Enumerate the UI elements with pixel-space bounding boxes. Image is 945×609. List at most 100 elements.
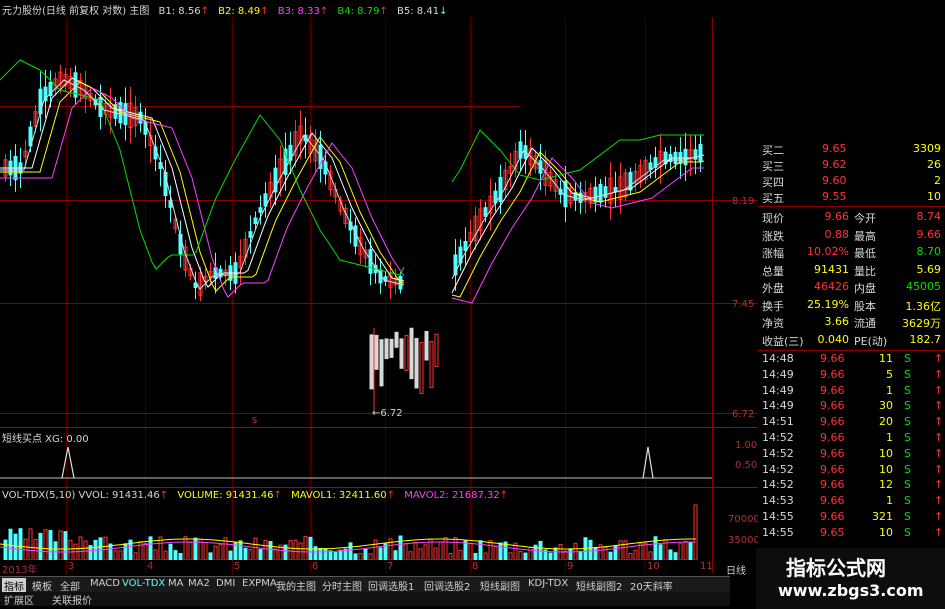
volume-bar: [83, 540, 88, 560]
stat-value: 3.66: [824, 315, 850, 328]
indicator-tab[interactable]: 我的主图: [274, 578, 318, 593]
volume-bar: [3, 539, 8, 560]
bid-volume: 26: [927, 158, 941, 171]
volume-bar: [488, 540, 493, 560]
tick-time: 14:52: [762, 462, 794, 476]
volume-bar: [433, 547, 438, 560]
bid-row[interactable]: 买二 9.65 3309: [758, 142, 945, 158]
volume-bar: [508, 552, 513, 560]
tick-volume: 321: [872, 510, 893, 523]
vol-y-label: 70000: [728, 514, 760, 525]
indicator-tab[interactable]: 模板: [30, 578, 54, 593]
indicator-tab[interactable]: 短线副图2: [574, 578, 624, 593]
bid-row[interactable]: 买五 9.55 10: [758, 190, 945, 206]
volume-bar: [43, 529, 48, 560]
indicator-tab[interactable]: 全部: [58, 578, 82, 593]
indicator-tab[interactable]: 分时主图: [320, 578, 364, 593]
candle-body: [598, 183, 603, 203]
volume-bar: [248, 549, 253, 560]
indicator-tab[interactable]: KDJ-TDX: [526, 578, 570, 589]
volume-bar: [273, 548, 278, 560]
tick-price: 9.66: [820, 415, 845, 429]
tick-volume: 10: [879, 525, 893, 539]
extension-tab[interactable]: 关联报价: [50, 592, 94, 607]
candle-body: [369, 334, 374, 390]
volume-chart[interactable]: [0, 500, 712, 560]
right-axis-line: [712, 18, 713, 573]
candle-body: [384, 338, 389, 360]
indicator-tab[interactable]: 指标: [2, 578, 26, 593]
quote-panel: 买二 9.65 3309 买三 9.62 26 买四 9.60 2 买五 9.55 1…: [758, 140, 945, 545]
indicator-tab[interactable]: MA2: [186, 578, 212, 589]
candle-body: [258, 207, 263, 213]
volume-bar: [498, 542, 503, 560]
watermark-name: 指标公式网: [786, 556, 886, 580]
volume-bar: [443, 537, 448, 560]
indicator-tab[interactable]: MACD: [88, 578, 122, 589]
volume-bar: [263, 539, 268, 560]
candle-body: [698, 143, 703, 163]
quote-stat-row: 涨幅 10.02% 最低 8.70: [758, 245, 945, 261]
month-label: 3: [68, 561, 75, 572]
volume-bar: [473, 552, 478, 560]
volume-bar: [68, 539, 73, 560]
volume-bar: [188, 541, 193, 560]
tick-up-arrow: ↑: [934, 462, 944, 476]
stat-value: 3629万: [902, 317, 941, 330]
tick-flag: S: [904, 446, 911, 460]
indicator-tab[interactable]: DMI: [214, 578, 237, 589]
stat-value: 0.040: [817, 332, 850, 346]
volume-bar: [288, 540, 293, 560]
indicator-tab-bar: 指标 模板 全部 MACD VOL-TDX MA MA2 DMI EXPMA 我的主图 分时主图 回调…: [0, 576, 730, 593]
tick-flag: S: [904, 494, 911, 508]
stat-value: 5.69: [916, 262, 942, 276]
quote-stat-row: 收益(三) 0.040 PE(动) 182.7: [758, 333, 945, 349]
tick-row: 14:49 9.66 1 S ↑: [758, 384, 945, 399]
extension-tab[interactable]: 扩展区: [2, 592, 36, 607]
volume-bar: [268, 541, 273, 560]
indicator-tab[interactable]: VOL-TDX: [120, 578, 167, 589]
low-price-marker: ←6.72: [372, 408, 403, 419]
volume-bar: [8, 528, 13, 560]
indicator-tab[interactable]: EXPMA: [240, 578, 279, 589]
volume-bar: [178, 553, 183, 560]
stat-label: 流通: [854, 317, 876, 330]
volume-bar: [203, 542, 208, 560]
indicator-tab[interactable]: MA: [166, 578, 185, 589]
tick-volume: 20: [879, 415, 893, 429]
tick-flag: S: [904, 383, 911, 397]
volume-bar: [363, 548, 368, 560]
indicator-tab[interactable]: 短线副图: [478, 578, 522, 593]
xg-spike: [642, 446, 654, 479]
xg-signal-chart: [0, 446, 712, 479]
indicator-tab[interactable]: 回调选股1: [366, 578, 416, 593]
tick-time: 14:52: [762, 478, 794, 492]
tick-time: 14:53: [762, 494, 794, 508]
tick-flag: S: [904, 431, 911, 444]
volume-bar: [348, 542, 353, 560]
tick-price: 9.66: [820, 510, 845, 523]
stat-value: 25.19%: [807, 297, 849, 311]
tick-price: 9.65: [820, 525, 845, 539]
volume-bar: [143, 542, 148, 560]
candlestick-chart[interactable]: [0, 18, 712, 426]
volume-bar: [638, 543, 643, 560]
volume-bar: [133, 552, 138, 560]
bid-price: 9.60: [822, 174, 847, 187]
candle-body: [389, 338, 394, 358]
bid-row[interactable]: 买四 9.60 2: [758, 174, 945, 190]
indicator-tab[interactable]: 回调选股2: [422, 578, 472, 593]
stat-value: 1.36亿: [905, 299, 942, 313]
tick-flag: S: [904, 399, 911, 413]
side-tab-daily[interactable]: 日线: [726, 562, 746, 577]
candle-body: [248, 231, 253, 238]
bid-price: 9.55: [822, 190, 847, 203]
volume-bar: [113, 550, 118, 560]
stat-value: 9.66: [916, 227, 942, 241]
indicator-tab[interactable]: 20天斜率: [628, 578, 675, 593]
bid-row[interactable]: 买三 9.62 26: [758, 158, 945, 174]
candle-body: [399, 338, 404, 369]
tick-flag: S: [904, 415, 911, 429]
volume-bar: [338, 549, 343, 560]
volume-bar: [418, 548, 423, 560]
